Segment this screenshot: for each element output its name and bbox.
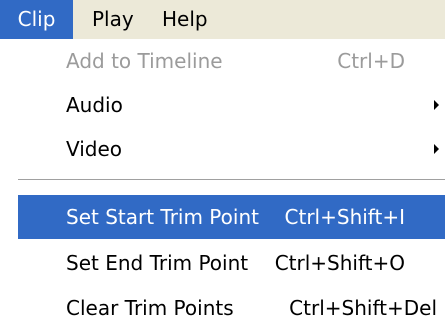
menu-item-label: Audio [66, 93, 123, 117]
submenu-arrow-icon [434, 100, 439, 110]
menu-item-audio[interactable]: Audio [0, 83, 445, 127]
menu-help[interactable]: Help [162, 0, 208, 39]
menu-item-label: Set End Trim Point [66, 251, 249, 275]
menu-item-video[interactable]: Video [0, 127, 445, 171]
menu-item-set-start-trim-point[interactable]: Set Start Trim Point Ctrl+Shift+I [18, 195, 445, 239]
submenu-arrow-icon [434, 144, 439, 154]
menu-item-label: Set Start Trim Point [66, 205, 259, 229]
menu-item-label: Clear Trim Points [66, 296, 234, 320]
menu-bar: Clip Play Help [0, 0, 445, 39]
menu-item-shortcut: Ctrl+Shift+Del [289, 296, 437, 320]
menu-item-clear-trim-points[interactable]: Clear Trim Points Ctrl+Shift+Del [0, 286, 445, 330]
menu-item-shortcut: Ctrl+Shift+O [274, 251, 405, 275]
clip-dropdown-menu: Add to Timeline Ctrl+D Audio Video Set S… [0, 39, 445, 335]
menu-separator [18, 179, 445, 181]
menu-clip[interactable]: Clip [0, 0, 73, 39]
menu-item-shortcut: Ctrl+D [337, 49, 405, 73]
menu-item-label: Add to Timeline [66, 49, 223, 73]
menu-item-set-end-trim-point[interactable]: Set End Trim Point Ctrl+Shift+O [0, 241, 445, 285]
menu-item-label: Video [66, 137, 123, 161]
menu-item-add-to-timeline: Add to Timeline Ctrl+D [0, 39, 445, 83]
menu-play[interactable]: Play [92, 0, 134, 39]
menu-item-shortcut: Ctrl+Shift+I [284, 205, 405, 229]
